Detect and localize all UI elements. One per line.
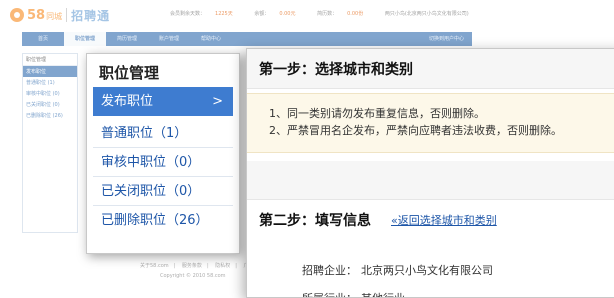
- 58-logo-icon: [10, 8, 24, 22]
- nav-item-account-management[interactable]: 账户管理: [148, 32, 190, 46]
- logo-number: 58: [27, 7, 46, 23]
- user-info-balance: 余额： 0.00元: [254, 11, 296, 17]
- notice-line-1: 1、同一类别请勿发布重复信息，否则删除。: [269, 107, 485, 120]
- menu-item-post-job[interactable]: 发布职位 >: [93, 87, 233, 116]
- bg-sidebar-title: 职位管理: [23, 54, 77, 66]
- chevron-right-icon: >: [212, 94, 223, 109]
- main-nav: 首页 职位管理 简历管理 账户管理 帮助中心 切换到用户中心: [22, 32, 472, 46]
- step2-title: 第二步：填写信息: [259, 212, 371, 229]
- footer-link-privacy[interactable]: 隐私权: [215, 263, 230, 269]
- switch-user-center-link[interactable]: 切换到用户中心: [429, 32, 464, 46]
- company-label: 招聘企业：: [302, 264, 357, 277]
- menu-item-normal-jobs[interactable]: 普通职位（1）: [93, 119, 233, 148]
- job-management-menu: 职位管理 发布职位 > 普通职位（1） 审核中职位（0） 已关闭职位（0） 已删…: [86, 53, 240, 254]
- notice-line-2: 2、严禁冒用名企发布，严禁向应聘者违法收费，否则删除。: [269, 124, 562, 137]
- menu-item-label: 已关闭职位（0）: [101, 184, 201, 199]
- user-info-days: 会员剩余天数： 1225天: [170, 11, 233, 17]
- menu-item-deleted-jobs[interactable]: 已删除职位（26）: [93, 206, 233, 235]
- menu-item-label: 审核中职位（0）: [101, 155, 201, 170]
- footer-links: 关于58.com| 服务条款| 隐私权| 广: [140, 262, 254, 269]
- background-sidebar: 职位管理 发布职位 普通职位 (1) 审核中职位 (0) 已关闭职位 (0) 已…: [22, 53, 78, 233]
- menu-item-label: 普通职位（1）: [101, 126, 188, 141]
- step1-title: 第一步：选择城市和类别: [259, 61, 413, 78]
- top-bar: 58 同城 招聘通 会员剩余天数： 1225天 余额： 0.00元 简历数： 0.00…: [0, 0, 614, 30]
- logo-suffix: 同城: [46, 12, 63, 21]
- field-row-industry: 所属行业： 其他行业: [247, 287, 614, 297]
- nav-item-resume-management[interactable]: 简历管理: [106, 32, 148, 46]
- step1-header: 第一步：选择城市和类别: [247, 49, 614, 89]
- menu-list: 发布职位 > 普通职位（1） 审核中职位（0） 已关闭职位（0） 已删除职位（2…: [87, 87, 239, 235]
- step2-header: 第二步：填写信息 «返回选择城市和类别: [247, 199, 614, 239]
- user-info-resumes: 简历数： 0.00份: [317, 11, 364, 17]
- user-info-bar: 会员剩余天数： 1225天 余额： 0.00元 简历数： 0.00份 两只小鸟(北京两…: [170, 10, 479, 17]
- menu-item-label: 发布职位: [101, 94, 154, 109]
- site-logo[interactable]: 58 同城 招聘通: [10, 6, 110, 24]
- menu-item-label: 已删除职位（26）: [101, 213, 209, 228]
- logo-divider: [66, 8, 68, 22]
- user-info-account[interactable]: 两只小鸟(北京两只小鸟文化有限公司): [385, 11, 469, 17]
- industry-value: 其他行业: [361, 290, 405, 297]
- menu-item-closed-jobs[interactable]: 已关闭职位（0）: [93, 177, 233, 206]
- notice-box: 1、同一类别请勿发布重复信息，否则删除。 2、严禁冒用名企发布，严禁向应聘者违法…: [247, 93, 614, 153]
- menu-item-pending-jobs[interactable]: 审核中职位（0）: [93, 148, 233, 177]
- bg-sidebar-item-post-job[interactable]: 发布职位: [23, 66, 77, 77]
- field-row-company: 招聘企业： 北京两只小鸟文化有限公司: [247, 259, 614, 281]
- footer-link-terms[interactable]: 服务条款: [182, 263, 202, 269]
- company-value: 北京两只小鸟文化有限公司: [361, 264, 493, 277]
- footer-link-about[interactable]: 关于58.com: [140, 263, 169, 269]
- back-to-city-category-link[interactable]: «返回选择城市和类别: [391, 212, 497, 228]
- bg-sidebar-item-pending-jobs[interactable]: 审核中职位 (0): [23, 88, 77, 99]
- logo-product-name: 招聘通: [71, 8, 111, 23]
- footer: 关于58.com| 服务条款| 隐私权| 广 Copyright © 2010 …: [140, 262, 254, 279]
- post-job-form: 第一步：选择城市和类别 1、同一类别请勿发布重复信息，否则删除。 2、严禁冒用名…: [246, 48, 614, 298]
- section-divider: [247, 161, 614, 199]
- bg-sidebar-item-closed-jobs[interactable]: 已关闭职位 (0): [23, 99, 77, 110]
- menu-title: 职位管理: [99, 64, 160, 82]
- nav-item-help-center[interactable]: 帮助中心: [190, 32, 232, 46]
- industry-label: 所属行业：: [247, 290, 357, 297]
- bg-sidebar-item-deleted-jobs[interactable]: 已删除职位 (26): [23, 110, 77, 121]
- footer-copyright: Copyright © 2010 58.com: [160, 273, 226, 279]
- nav-item-home[interactable]: 首页: [22, 32, 64, 46]
- bg-sidebar-item-normal-jobs[interactable]: 普通职位 (1): [23, 77, 77, 88]
- nav-item-job-management[interactable]: 职位管理: [64, 32, 106, 46]
